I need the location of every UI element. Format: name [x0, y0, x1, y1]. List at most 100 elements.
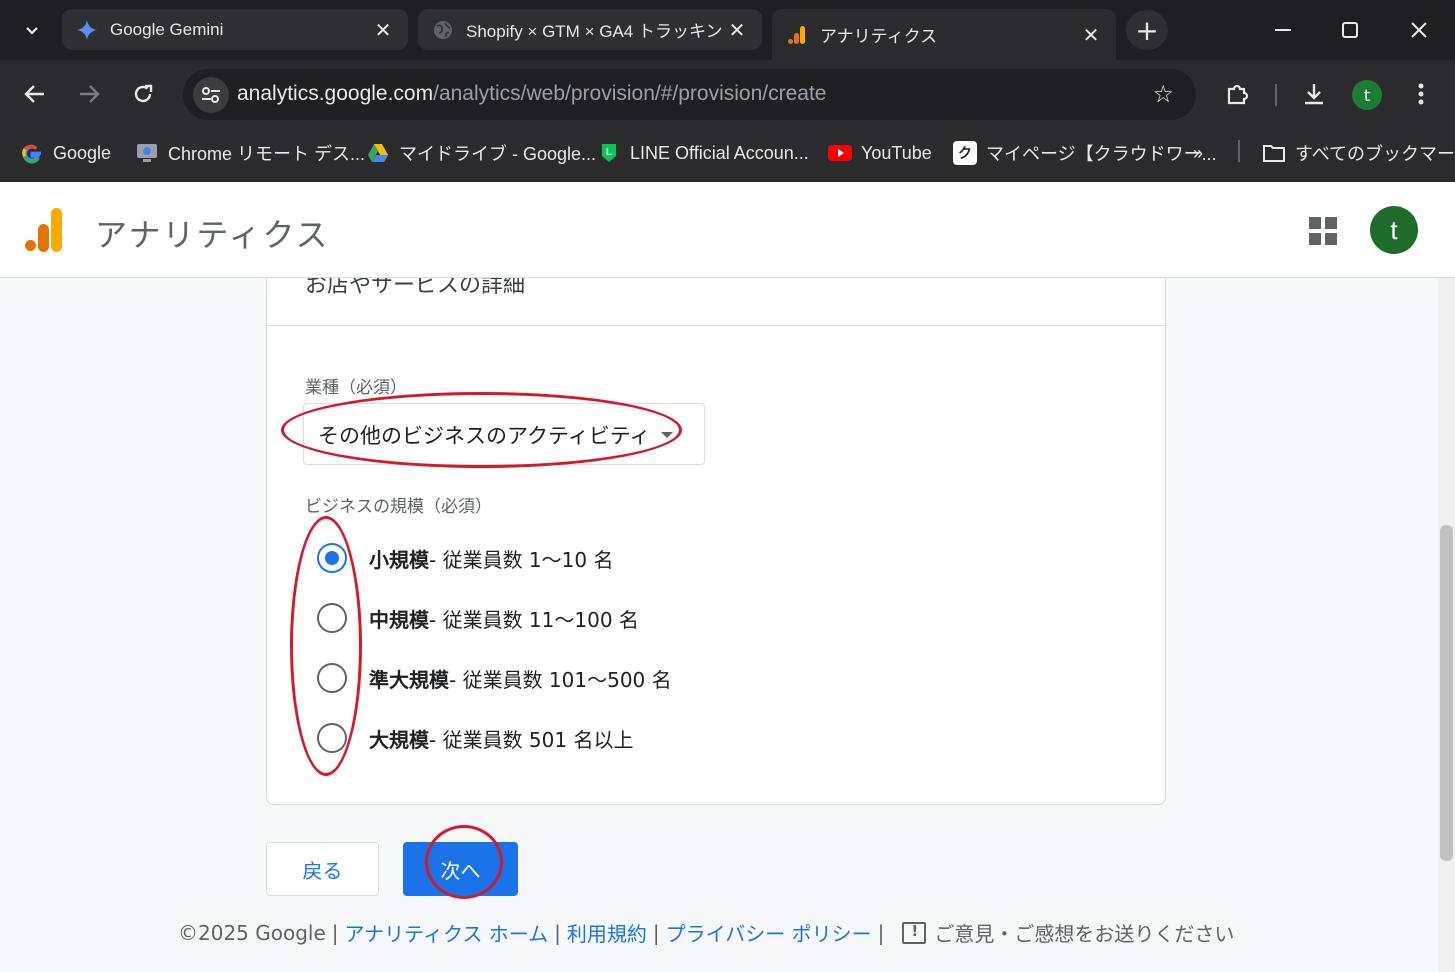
- svg-text:L: L: [606, 147, 612, 158]
- globe-icon: [432, 19, 454, 41]
- main-content: お店やサービスの詳細 業種（必須） その他のビジネスのアクティビティ ビジネスの…: [0, 278, 1438, 972]
- tab-gemini[interactable]: Google Gemini ✕: [62, 9, 408, 50]
- size-option-name: 小規模: [369, 547, 429, 572]
- close-window-button[interactable]: [1394, 10, 1444, 50]
- back-button[interactable]: [17, 76, 53, 112]
- downloads-button[interactable]: [1296, 76, 1332, 112]
- minimize-button[interactable]: [1258, 10, 1308, 50]
- new-tab-button[interactable]: +: [1126, 10, 1168, 50]
- close-icon[interactable]: ✕: [1080, 23, 1102, 47]
- plus-icon: +: [1135, 13, 1159, 47]
- bookmark-line[interactable]: L LINE Official Accoun...: [597, 138, 809, 168]
- arrow-left-icon: [24, 85, 44, 103]
- reload-icon: [134, 84, 153, 103]
- tab-title: アナリティクス: [820, 27, 938, 46]
- radio-button-checked[interactable]: [317, 543, 347, 573]
- arrow-right-icon: [80, 85, 100, 103]
- gemini-icon: [76, 19, 98, 41]
- browser-chrome: Google Gemini ✕ Shopify × GTM × GA4 トラッキ…: [0, 0, 1455, 182]
- card-divider: [267, 325, 1165, 326]
- more-bookmarks-button[interactable]: »: [1193, 138, 1203, 168]
- size-option-medium[interactable]: 中規模 - 従業員数 11〜100 名: [317, 598, 639, 638]
- bookmark-crowdworks[interactable]: ク マイページ【クラウドワー...: [953, 138, 1217, 168]
- size-option-detail: - 従業員数 501 名以上: [429, 727, 634, 752]
- youtube-icon: [828, 141, 852, 165]
- bookmark-google[interactable]: Google: [20, 138, 111, 168]
- address-bar[interactable]: analytics.google.com/analytics/web/provi…: [183, 69, 1196, 120]
- next-button[interactable]: 次へ: [403, 842, 518, 896]
- privacy-policy-link[interactable]: プライバシー ポリシー: [666, 918, 872, 947]
- size-option-detail: - 従業員数 101〜500 名: [449, 667, 672, 692]
- double-chevron-icon: »: [1193, 142, 1204, 163]
- apps-grid-icon[interactable]: [1309, 217, 1337, 245]
- tab-title: Shopify × GTM × GA4 トラッキン: [466, 22, 723, 41]
- footer-separator: |: [652, 920, 660, 945]
- menu-button[interactable]: [1403, 76, 1439, 112]
- size-option-detail: - 従業員数 11〜100 名: [429, 607, 639, 632]
- all-bookmarks-button[interactable]: すべてのブックマーク: [1262, 138, 1455, 168]
- forward-button[interactable]: [71, 76, 107, 112]
- size-option-name: 中規模: [369, 607, 429, 632]
- profile-avatar[interactable]: t: [1352, 80, 1382, 110]
- puzzle-icon: [1227, 84, 1249, 105]
- feedback-link[interactable]: ご意見・ご感想をお送りください: [934, 918, 1234, 947]
- terms-link[interactable]: 利用規約: [567, 918, 647, 947]
- industry-select[interactable]: その他のビジネスのアクティビティ: [303, 403, 705, 465]
- bookmark-chrome-remote[interactable]: Chrome リモート デス...: [135, 138, 365, 168]
- analytics-icon: [786, 24, 808, 46]
- size-option-small[interactable]: 小規模 - 従業員数 1〜10 名: [317, 538, 613, 578]
- close-icon[interactable]: ✕: [726, 18, 748, 42]
- app-title: アナリティクス: [95, 216, 330, 254]
- bookmark-label: Chrome リモート デス...: [168, 144, 366, 164]
- google-icon: [20, 141, 44, 165]
- line-icon: L: [597, 141, 621, 165]
- footer-separator: |: [331, 920, 339, 945]
- business-details-card: お店やサービスの詳細 業種（必須） その他のビジネスのアクティビティ ビジネスの…: [266, 278, 1166, 805]
- maximize-icon: [1342, 22, 1358, 38]
- site-info-button[interactable]: [193, 77, 229, 113]
- tab-search-button[interactable]: [10, 14, 54, 48]
- tune-icon: [202, 87, 220, 103]
- crowdworks-icon: ク: [953, 141, 977, 165]
- radio-button[interactable]: [317, 723, 347, 753]
- bookmarks-divider: [1238, 140, 1240, 162]
- size-option-semi-large[interactable]: 準大規模 - 従業員数 101〜500 名: [317, 658, 672, 698]
- size-option-name: 大規模: [369, 727, 429, 752]
- bookmark-label: YouTube: [861, 142, 932, 163]
- footer: ©2025 Google | アナリティクス ホーム | 利用規約 | プライバ…: [178, 918, 1234, 947]
- close-icon[interactable]: ✕: [372, 18, 394, 42]
- radio-button[interactable]: [317, 663, 347, 693]
- bookmark-label: マイドライブ - Google...: [399, 144, 597, 164]
- dropdown-arrow-icon: [661, 432, 673, 438]
- footer-separator: |: [554, 920, 561, 945]
- size-option-large[interactable]: 大規模 - 従業員数 501 名以上: [317, 718, 633, 758]
- tab-title: Google Gemini: [110, 19, 224, 39]
- toolbar: analytics.google.com/analytics/web/provi…: [0, 60, 1455, 130]
- bookmark-label: すべてのブックマーク: [1295, 144, 1455, 164]
- reload-button[interactable]: [125, 76, 161, 112]
- scrollbar-thumb[interactable]: [1440, 525, 1453, 861]
- feedback-icon[interactable]: [902, 921, 927, 944]
- chevron-down-icon: [26, 27, 38, 35]
- bookmark-star-icon[interactable]: ☆: [1152, 80, 1174, 108]
- radio-button[interactable]: [317, 603, 347, 633]
- app-header: アナリティクス t: [0, 182, 1455, 278]
- maximize-button[interactable]: [1325, 10, 1375, 50]
- analytics-logo-icon[interactable]: [24, 208, 64, 252]
- analytics-home-link[interactable]: アナリティクス ホーム: [345, 918, 549, 947]
- extensions-button[interactable]: [1219, 76, 1255, 112]
- copyright-text: ©2025 Google: [178, 920, 326, 945]
- tab-analytics[interactable]: アナリティクス ✕: [772, 9, 1116, 60]
- bookmark-drive[interactable]: マイドライブ - Google...: [366, 138, 596, 168]
- account-avatar[interactable]: t: [1370, 206, 1418, 254]
- business-size-label: ビジネスの規模（必須）: [305, 497, 492, 517]
- tab-shopify-gtm[interactable]: Shopify × GTM × GA4 トラッキン ✕: [418, 9, 762, 50]
- industry-label: 業種（必須）: [305, 378, 407, 398]
- footer-separator: |: [877, 920, 885, 945]
- minimize-icon: [1275, 29, 1291, 31]
- card-title: お店やサービスの詳細: [305, 278, 526, 298]
- close-icon: [1411, 22, 1427, 38]
- industry-select-value: その他のビジネスのアクティビティ: [318, 424, 651, 448]
- bookmark-youtube[interactable]: YouTube: [828, 138, 932, 168]
- back-button[interactable]: 戻る: [266, 842, 379, 896]
